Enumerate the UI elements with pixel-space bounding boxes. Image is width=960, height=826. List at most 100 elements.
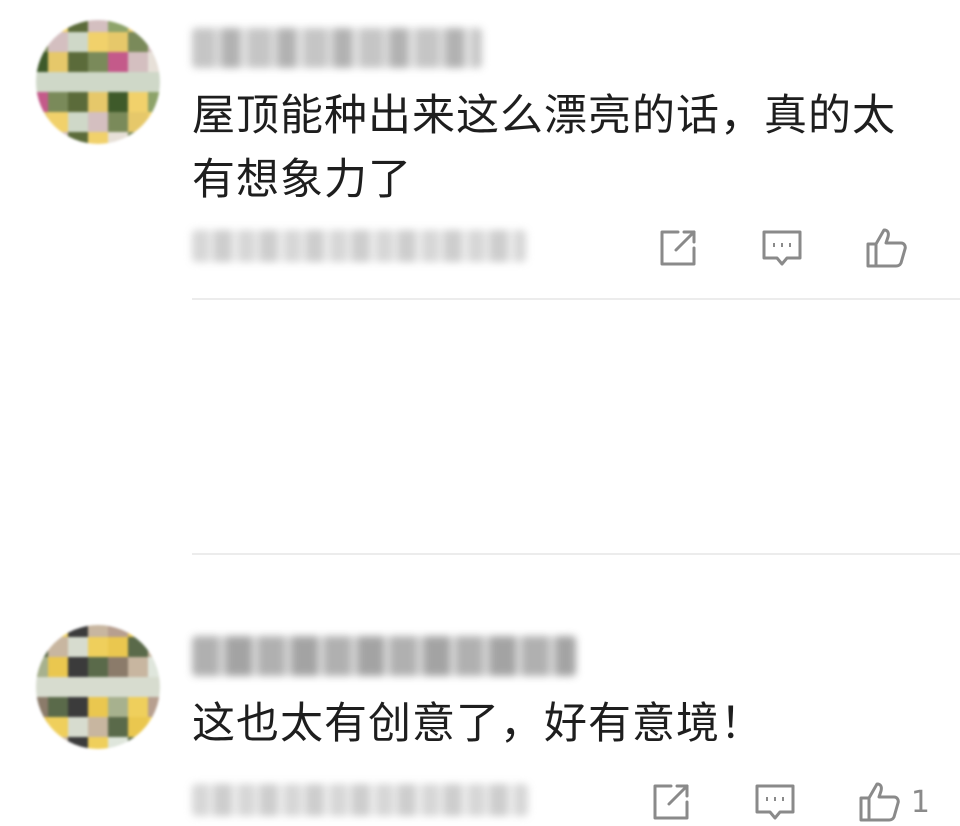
reply-button[interactable]: [760, 226, 804, 270]
avatar-pixel: [68, 677, 88, 697]
avatar-pixel: [108, 32, 128, 52]
avatar-pixel: [88, 637, 108, 657]
reply-comment-icon: [762, 230, 802, 266]
avatar-pixel: [148, 625, 160, 637]
avatar-pixel: [108, 92, 128, 112]
share-button[interactable]: [649, 780, 693, 824]
avatar-pixel: [128, 717, 148, 737]
comment-actions: [656, 224, 918, 272]
share-button[interactable]: [656, 226, 700, 270]
avatar-pixel: [148, 52, 160, 72]
avatar-pixel: [88, 20, 108, 32]
avatar-pixel: [68, 52, 88, 72]
avatar-pixel: [128, 677, 148, 697]
avatar-pixel: [88, 697, 108, 717]
avatar-pixel: [88, 132, 108, 144]
avatar-pixel: [128, 737, 148, 749]
avatar-pixel: [48, 637, 68, 657]
thumbs-up-icon: [866, 228, 907, 268]
avatar-pixel: [148, 92, 160, 112]
avatar-pixel: [36, 92, 48, 112]
reply-comment-icon: [755, 784, 795, 820]
author-name[interactable]: [192, 28, 482, 68]
avatar-pixel: [108, 132, 128, 144]
comment-actions: 1: [649, 778, 930, 826]
avatar-pixel: [148, 737, 160, 749]
avatar-pixel: [108, 20, 128, 32]
avatar-pixel: [128, 52, 148, 72]
avatar-pixel: [108, 625, 128, 637]
avatar-pixel: [48, 657, 68, 677]
like-button[interactable]: 1: [857, 780, 930, 824]
avatar-pixel: [148, 20, 160, 32]
avatar[interactable]: [36, 20, 160, 144]
avatar-pixel: [48, 717, 68, 737]
avatar[interactable]: [36, 625, 160, 749]
avatar-pixel: [128, 625, 148, 637]
avatar-pixel: [48, 72, 68, 92]
avatar-pixel: [68, 737, 88, 749]
avatar-pixel: [48, 32, 68, 52]
comment-item: 这也太有创意了，好有意境！ 1: [0, 300, 960, 822]
avatar-pixel: [88, 112, 108, 132]
avatar-pixel: [36, 657, 48, 677]
avatar-pixel: [88, 717, 108, 737]
avatar-pixel: [148, 72, 160, 92]
avatar-pixel: [148, 657, 160, 677]
avatar-pixel: [36, 697, 48, 717]
avatar-pixel: [88, 657, 108, 677]
avatar-pixel: [36, 737, 48, 749]
comment-text: 屋顶能种出来这么漂亮的话，真的太有想象力了: [192, 91, 896, 205]
avatar-pixel: [48, 112, 68, 132]
avatar-pixel: [148, 132, 160, 144]
avatar-pixel: [36, 112, 48, 132]
like-button[interactable]: [864, 226, 918, 270]
avatar-pixel: [128, 72, 148, 92]
reply-button[interactable]: [753, 780, 797, 824]
avatar-pixel: [68, 625, 88, 637]
avatar-pixel: [68, 112, 88, 132]
avatar-pixel: [68, 717, 88, 737]
avatar-pixel: [148, 677, 160, 697]
comment-item: 屋顶能种出来这么漂亮的话，真的太有想象力了: [0, 0, 960, 298]
share-icon: [653, 784, 689, 820]
author-name[interactable]: [192, 636, 576, 676]
avatar-pixel: [68, 132, 88, 144]
avatar-pixel: [88, 52, 108, 72]
share-icon: [660, 230, 696, 266]
avatar-pixel: [128, 32, 148, 52]
avatar-pixel: [148, 637, 160, 657]
avatar-pixel: [68, 657, 88, 677]
avatar-pixel: [36, 717, 48, 737]
avatar-pixel: [88, 737, 108, 749]
avatar-pixel: [36, 625, 48, 637]
avatar-pixel: [48, 92, 68, 112]
avatar-pixel: [48, 697, 68, 717]
avatar-pixel: [108, 112, 128, 132]
avatar-pixel: [128, 92, 148, 112]
avatar-pixel: [36, 32, 48, 52]
avatar-pixel: [88, 72, 108, 92]
avatar-pixel: [108, 637, 128, 657]
avatar-pixel: [36, 20, 48, 32]
avatar-pixel: [88, 625, 108, 637]
comment-text: 这也太有创意了，好有意境！: [192, 699, 764, 749]
avatar-pixel: [48, 625, 68, 637]
avatar-pixel: [108, 72, 128, 92]
avatar-pixel: [128, 637, 148, 657]
avatar-pixel: [128, 697, 148, 717]
avatar-pixel: [48, 737, 68, 749]
avatar-pixel: [48, 132, 68, 144]
avatar-pixel: [36, 132, 48, 144]
avatar-pixel: [148, 32, 160, 52]
avatar-pixel: [108, 657, 128, 677]
avatar-pixel: [36, 72, 48, 92]
comment-meta: [192, 784, 528, 816]
avatar-pixel: [88, 677, 108, 697]
comment-meta: [192, 230, 526, 262]
avatar-pixel: [68, 32, 88, 52]
avatar-pixel: [68, 697, 88, 717]
avatar-pixel: [48, 20, 68, 32]
avatar-pixel: [48, 52, 68, 72]
avatar-pixel: [108, 737, 128, 749]
